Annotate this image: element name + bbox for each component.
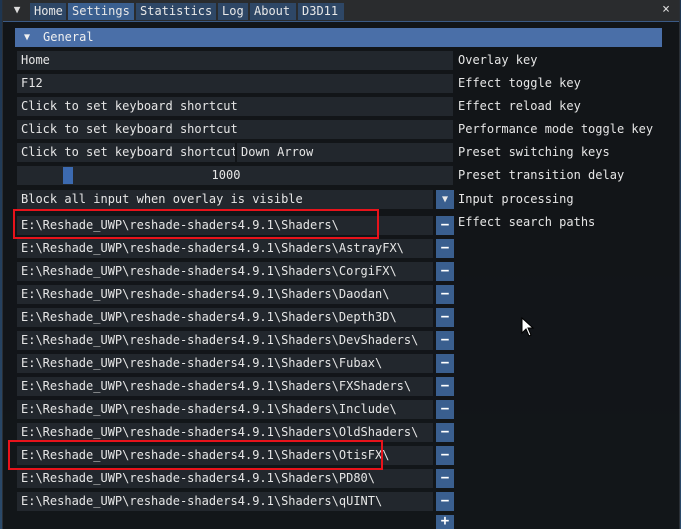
- search-path-input[interactable]: E:\Reshade_UWP\reshade-shaders4.9.1\Shad…: [17, 285, 433, 304]
- performance-mode-key-field[interactable]: Click to set keyboard shortcut: [17, 120, 453, 139]
- tab-about[interactable]: About: [250, 3, 296, 20]
- window-menu-icon[interactable]: ▼: [9, 3, 25, 17]
- remove-path-button[interactable]: −: [436, 492, 454, 511]
- preset-transition-delay-label: Preset transition delay: [458, 168, 625, 182]
- input-processing-label: Input processing: [458, 192, 574, 206]
- search-path-input[interactable]: E:\Reshade_UWP\reshade-shaders4.9.1\Shad…: [17, 239, 433, 258]
- close-icon[interactable]: ×: [659, 2, 673, 18]
- search-path-input[interactable]: E:\Reshade_UWP\reshade-shaders4.9.1\Shad…: [17, 469, 433, 488]
- search-path-input[interactable]: E:\Reshade_UWP\reshade-shaders4.9.1\Shad…: [17, 492, 433, 511]
- preset-transition-delay-slider[interactable]: [17, 166, 453, 185]
- remove-path-button[interactable]: −: [436, 285, 454, 304]
- effect-toggle-key-field[interactable]: F12: [17, 74, 453, 93]
- search-path-input[interactable]: E:\Reshade_UWP\reshade-shaders4.9.1\Shad…: [17, 377, 433, 396]
- remove-path-button[interactable]: −: [436, 354, 454, 373]
- overlay-key-field[interactable]: Home: [17, 51, 453, 70]
- effect-reload-key-field[interactable]: Click to set keyboard shortcut: [17, 97, 453, 116]
- search-path-input[interactable]: E:\Reshade_UWP\reshade-shaders4.9.1\Shad…: [17, 331, 433, 350]
- remove-path-button[interactable]: −: [436, 308, 454, 327]
- section-title: General: [43, 30, 94, 44]
- preset-switching-keys-label: Preset switching keys: [458, 145, 610, 159]
- mouse-cursor-icon: [521, 317, 535, 337]
- remove-path-button[interactable]: −: [436, 469, 454, 488]
- reshade-overlay-window: ▼ Home Settings Statistics Log About D3D…: [2, 0, 680, 529]
- search-path-input[interactable]: E:\Reshade_UWP\reshade-shaders4.9.1\Shad…: [17, 446, 433, 465]
- preset-prev-key-field[interactable]: Click to set keyboard shortcut: [17, 143, 235, 162]
- remove-path-button[interactable]: −: [436, 377, 454, 396]
- remove-path-button[interactable]: −: [436, 446, 454, 465]
- tab-log[interactable]: Log: [218, 3, 248, 20]
- effect-reload-key-label: Effect reload key: [458, 99, 581, 113]
- search-path-input[interactable]: E:\Reshade_UWP\reshade-shaders4.9.1\Shad…: [17, 216, 433, 235]
- tab-statistics[interactable]: Statistics: [136, 3, 216, 20]
- section-header-general[interactable]: ▼ General: [15, 28, 662, 47]
- add-path-button[interactable]: +: [436, 514, 454, 529]
- remove-path-button[interactable]: −: [436, 423, 454, 442]
- remove-path-button[interactable]: −: [436, 239, 454, 258]
- tab-settings[interactable]: Settings: [68, 3, 134, 20]
- preset-next-key-field[interactable]: Down Arrow: [237, 143, 453, 162]
- search-path-input[interactable]: E:\Reshade_UWP\reshade-shaders4.9.1\Shad…: [17, 262, 433, 281]
- input-processing-combo[interactable]: Block all input when overlay is visible: [17, 190, 433, 209]
- search-path-input[interactable]: E:\Reshade_UWP\reshade-shaders4.9.1\Shad…: [17, 354, 433, 373]
- remove-path-button[interactable]: −: [436, 262, 454, 281]
- slider-grab-handle[interactable]: [63, 167, 74, 184]
- tab-bar: ▼ Home Settings Statistics Log About D3D…: [3, 0, 679, 22]
- tab-home[interactable]: Home: [30, 3, 66, 20]
- remove-path-button[interactable]: −: [436, 331, 454, 350]
- remove-path-button[interactable]: −: [436, 400, 454, 419]
- collapse-arrow-icon: ▼: [24, 32, 31, 43]
- overlay-key-label: Overlay key: [458, 53, 538, 67]
- search-path-input[interactable]: E:\Reshade_UWP\reshade-shaders4.9.1\Shad…: [17, 400, 433, 419]
- effect-search-paths-label: Effect search paths: [458, 215, 596, 229]
- effect-toggle-key-label: Effect toggle key: [458, 76, 581, 90]
- remove-path-button[interactable]: −: [436, 216, 454, 235]
- tab-d3d11[interactable]: D3D11: [298, 3, 344, 20]
- performance-mode-key-label: Performance mode toggle key: [458, 122, 654, 136]
- search-path-input[interactable]: E:\Reshade_UWP\reshade-shaders4.9.1\Shad…: [17, 308, 433, 327]
- search-path-input[interactable]: E:\Reshade_UWP\reshade-shaders4.9.1\Shad…: [17, 423, 433, 442]
- combo-arrow-icon[interactable]: ▼: [436, 190, 454, 209]
